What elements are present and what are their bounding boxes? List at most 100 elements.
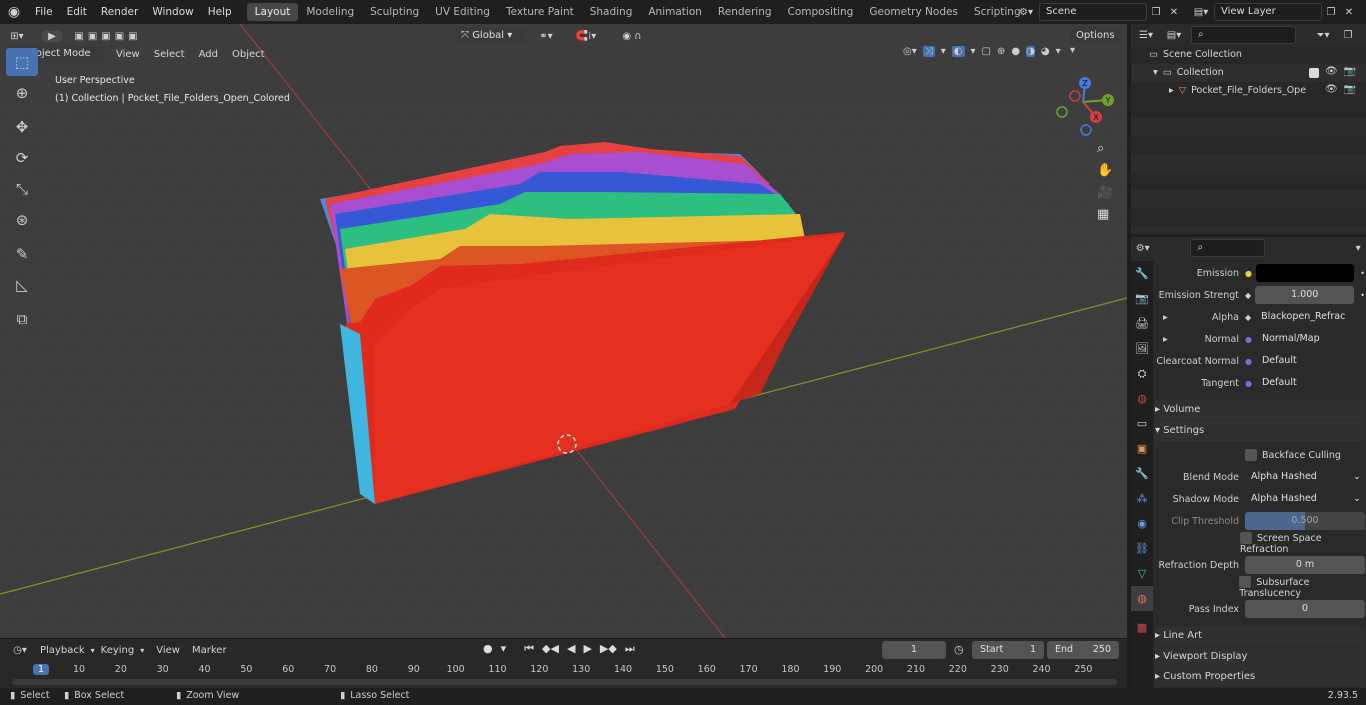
outliner-row-collection[interactable]: ▾ ▭ Collection 👁 📷 xyxy=(1131,64,1366,82)
properties-options-icon[interactable]: ▾ xyxy=(1350,243,1366,254)
new-collection-icon[interactable]: ❐ xyxy=(1338,30,1358,41)
snap-icon[interactable]: 🧲⁞▾ xyxy=(566,31,606,42)
expand-arrow-icon[interactable]: ▾ xyxy=(1153,67,1158,78)
expand-arrow-icon[interactable]: ▸ xyxy=(1155,312,1168,323)
modifier-tab-icon[interactable]: 🔧 xyxy=(1131,461,1153,486)
object-tab-icon[interactable]: ▣ xyxy=(1131,436,1153,461)
timeline-editor-icon[interactable]: ◷▾ xyxy=(6,645,34,656)
tab-animation[interactable]: Animation xyxy=(640,3,710,21)
viewport-menu-add[interactable]: Add xyxy=(195,49,222,60)
frame-ruler[interactable]: 1 10 20 30 40 50 60 70 80 90 100 110 120 130 140 150 160… xyxy=(0,663,1127,679)
move-tool[interactable]: ✥ xyxy=(6,113,38,141)
viewport-display-panel[interactable]: ▸ Viewport Display xyxy=(1155,647,1365,667)
end-frame-field[interactable]: End 250 xyxy=(1047,641,1119,659)
visibility-icon[interactable]: ◎▾ xyxy=(903,46,917,57)
shading-rendered-icon[interactable]: ◕ xyxy=(1041,46,1050,57)
rotate-tool[interactable]: ⟳ xyxy=(6,144,38,172)
outliner-scene-collection[interactable]: ▭ Scene Collection xyxy=(1149,49,1242,60)
add-cube-tool[interactable]: ⧉ xyxy=(6,305,38,333)
scene-tab-icon[interactable]: ⛭ xyxy=(1131,361,1153,386)
jump-start-icon[interactable]: ⏮ xyxy=(524,642,534,656)
stopwatch-icon[interactable]: ◷ xyxy=(954,643,964,656)
tangent-field[interactable]: Default xyxy=(1255,374,1345,392)
options-button[interactable]: Options ▾ xyxy=(1070,27,1127,56)
shadow-mode-select[interactable]: Alpha Hashed ⌄ xyxy=(1245,490,1365,508)
eye-icon[interactable]: 👁 xyxy=(1325,66,1338,78)
viewport-menu-object[interactable]: Object xyxy=(228,49,269,60)
orientation-select[interactable]: ⤧ Global ▾ xyxy=(454,27,526,45)
outliner-editor-icon[interactable]: ☰▾ xyxy=(1131,30,1161,41)
pivot-icon[interactable]: ⚭▾ xyxy=(532,31,560,42)
scene-icon[interactable]: ⚙▾ xyxy=(1013,7,1039,18)
select-tool-icon[interactable]: ▶ xyxy=(42,30,62,42)
render-tab-icon[interactable]: 📷 xyxy=(1131,286,1153,311)
properties-search[interactable]: ⌕ xyxy=(1190,239,1266,257)
tab-rendering[interactable]: Rendering xyxy=(710,3,780,21)
collection-tab-icon[interactable]: ▭ xyxy=(1131,411,1153,436)
normal-field[interactable]: Normal/Map xyxy=(1255,330,1345,348)
emission-color[interactable] xyxy=(1255,264,1355,282)
overlay-toggle-icon[interactable]: ◐ xyxy=(951,46,965,57)
select-mode-icons[interactable]: ▣▣▣▣▣ xyxy=(70,31,146,42)
current-frame-field[interactable]: 1 xyxy=(882,641,946,659)
grid-perspective-icon[interactable]: ▦ xyxy=(1097,207,1113,222)
tab-layout[interactable]: Layout xyxy=(246,3,299,21)
timeline-menu-keying[interactable]: Keying xyxy=(95,645,141,656)
view-layer-field[interactable]: View Layer xyxy=(1214,3,1322,21)
texture-tab-icon[interactable]: ▩ xyxy=(1131,615,1153,640)
view-layer-tab-icon[interactable]: 🖼 xyxy=(1131,336,1153,361)
record-icon[interactable]: ● xyxy=(483,642,493,656)
prev-keyframe-icon[interactable]: ◆◀ xyxy=(542,642,559,656)
camera-icon[interactable]: 🎥 xyxy=(1097,185,1113,200)
pass-index-field[interactable]: 0 xyxy=(1245,600,1365,618)
play-icon[interactable]: ▶ xyxy=(583,642,591,656)
keyframe-dot-icon[interactable]: • xyxy=(1360,269,1365,278)
tab-modeling[interactable]: Modeling xyxy=(298,3,362,21)
proportional-edit-icon[interactable]: ◉ ∩ xyxy=(612,31,652,42)
outliner-search[interactable]: ⌕ xyxy=(1191,26,1296,44)
select-box-tool[interactable]: ⬚ xyxy=(6,48,38,76)
volume-panel[interactable]: ▸ Volume xyxy=(1155,400,1365,420)
shading-material-icon[interactable]: ◑ xyxy=(1026,46,1035,57)
timeline-scrollbar[interactable] xyxy=(12,679,1117,685)
tab-uv-editing[interactable]: UV Editing xyxy=(427,3,498,21)
properties-editor-icon[interactable]: ⚙▾ xyxy=(1131,243,1154,254)
physics-tab-icon[interactable]: ◉ xyxy=(1131,511,1153,536)
screen-space-refraction-checkbox[interactable]: Screen Space Refraction xyxy=(1239,531,1365,555)
timeline-menu-view[interactable]: View xyxy=(150,645,186,656)
backface-culling-checkbox[interactable]: Backface Culling xyxy=(1245,449,1341,461)
emission-strength-field[interactable]: 1.000 xyxy=(1255,286,1355,304)
jump-end-icon[interactable]: ⏭ xyxy=(625,642,635,656)
view-layer-icon[interactable]: ▤▾ xyxy=(1188,7,1214,18)
data-tab-icon[interactable]: ▽ xyxy=(1131,561,1153,586)
scale-tool[interactable]: ⤡ xyxy=(6,175,38,203)
tab-geometry-nodes[interactable]: Geometry Nodes xyxy=(861,3,966,21)
clip-threshold-slider[interactable]: 0.500 xyxy=(1245,512,1365,530)
material-tab-icon[interactable]: ◍ xyxy=(1131,586,1153,611)
cursor-tool[interactable]: ⊕ xyxy=(6,79,38,107)
outliner-row-object[interactable]: ▸ ▽ Pocket_File_Folders_Ope 👁 📷 xyxy=(1131,82,1366,100)
tab-sculpting[interactable]: Sculpting xyxy=(362,3,427,21)
display-mode-icon[interactable]: ▤▾ xyxy=(1161,30,1187,41)
refraction-depth-field[interactable]: 0 m xyxy=(1245,556,1365,574)
camera-render-icon[interactable]: 📷 xyxy=(1344,84,1356,95)
gizmo-toggle-icon[interactable]: ⤨ xyxy=(922,46,935,57)
subsurface-translucency-checkbox[interactable]: Subsurface Translucency xyxy=(1239,575,1365,599)
viewport-menu-select[interactable]: Select xyxy=(150,49,189,60)
expand-arrow-icon[interactable]: ▸ xyxy=(1155,334,1168,345)
clearcoat-field[interactable]: Default xyxy=(1255,352,1345,370)
timeline-menu-marker[interactable]: Marker xyxy=(186,645,233,656)
menu-window[interactable]: Window xyxy=(145,0,200,24)
blend-mode-select[interactable]: Alpha Hashed ⌄ xyxy=(1245,468,1365,486)
play-reverse-icon[interactable]: ◀ xyxy=(567,642,575,656)
tab-shading[interactable]: Shading xyxy=(582,3,641,21)
camera-render-icon[interactable]: 📷 xyxy=(1344,66,1356,78)
settings-panel[interactable]: ▾ Settings xyxy=(1155,421,1365,441)
timeline-menu-playback[interactable]: Playback xyxy=(34,645,91,656)
alpha-field[interactable]: Blackopen_Refracti... xyxy=(1255,308,1345,326)
viewport-menu-view[interactable]: View xyxy=(112,49,144,60)
collection-checkbox[interactable] xyxy=(1309,68,1319,78)
scene-copy-icon[interactable]: ❐ xyxy=(1147,7,1165,18)
editor-type-icon[interactable]: ⊞▾ xyxy=(6,31,28,42)
view-layer-close-icon[interactable]: ✕ xyxy=(1340,7,1358,18)
